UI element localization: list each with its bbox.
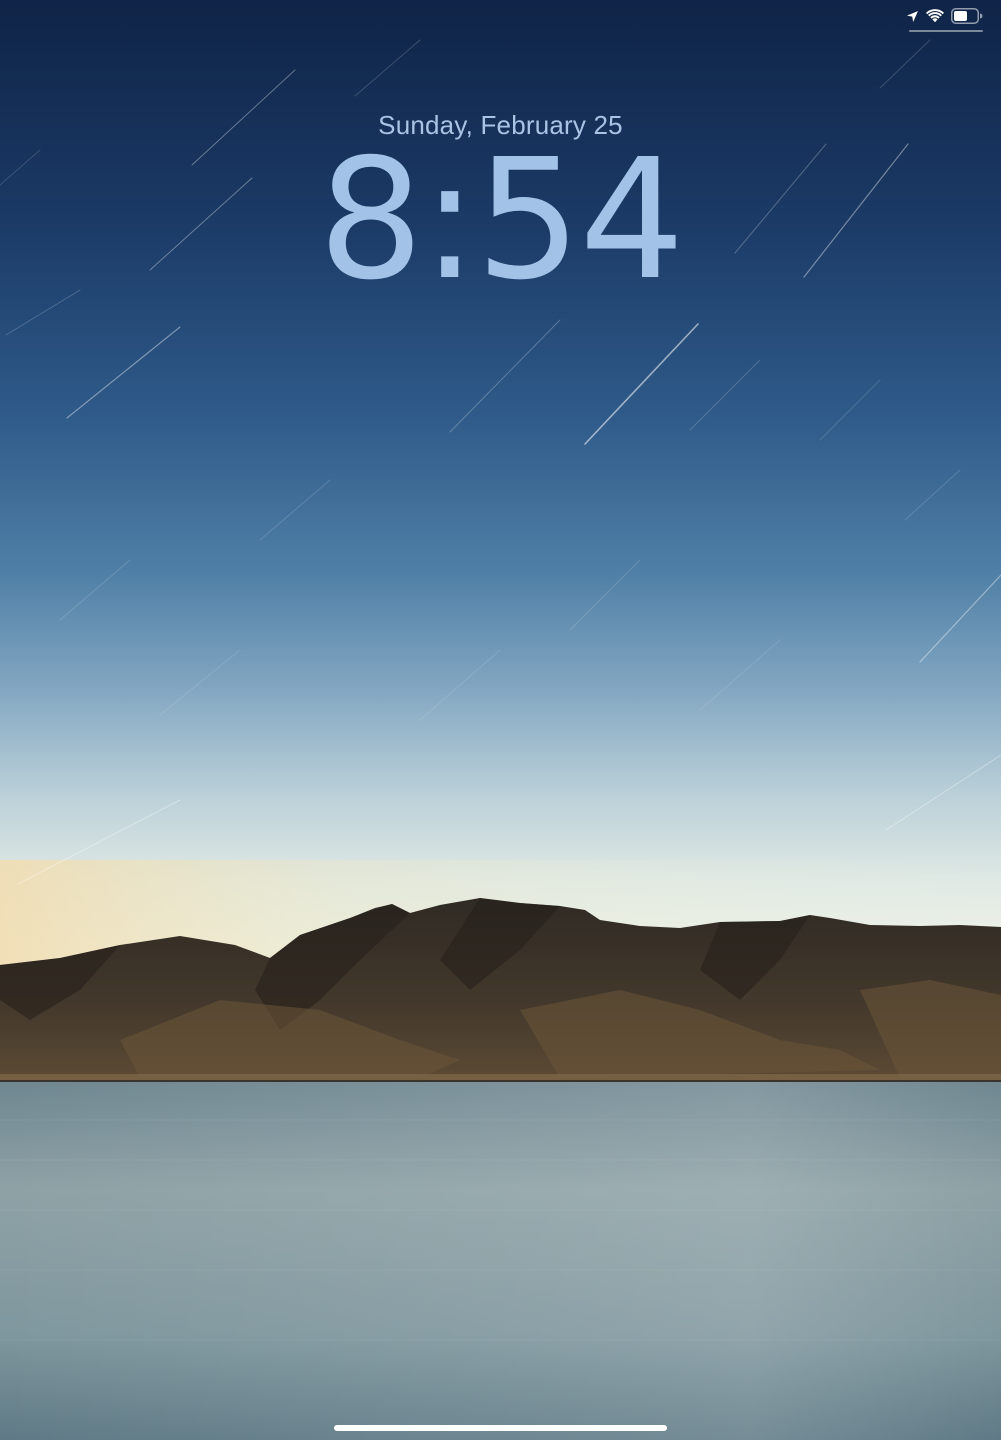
- location-arrow-icon: [907, 10, 918, 22]
- battery-level-fill: [954, 11, 967, 21]
- status-bar: [906, 6, 983, 26]
- battery-icon: [951, 8, 983, 24]
- home-indicator[interactable]: [334, 1425, 667, 1431]
- status-bar-underline: [909, 30, 983, 32]
- lock-screen-time[interactable]: 8:54: [0, 138, 1001, 304]
- wifi-icon: [926, 9, 944, 23]
- ipad-lock-screen: Sunday, February 25 8:54: [0, 0, 1001, 1440]
